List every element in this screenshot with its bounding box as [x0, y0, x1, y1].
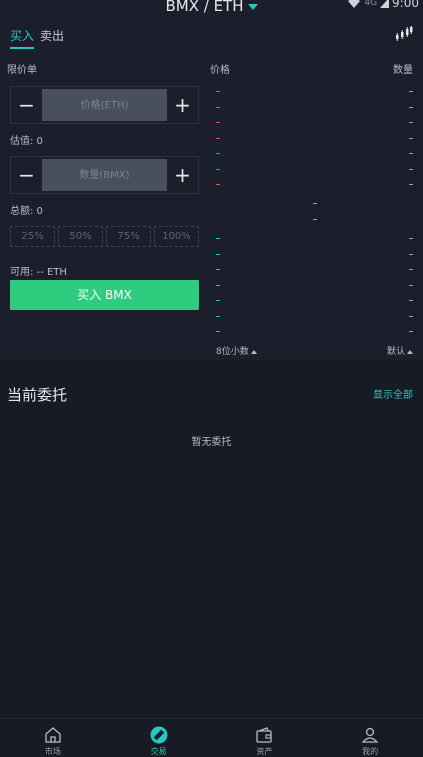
bid-amount-dash	[409, 315, 413, 317]
side-tabs: 买入 卖出	[10, 27, 64, 49]
nav-market[interactable]: 市场	[0, 719, 106, 757]
percent-100-button[interactable]: 100%	[154, 226, 199, 247]
price-input[interactable]	[42, 89, 167, 121]
ask-amount-dash	[409, 106, 413, 108]
total-label: 总额: 0	[10, 206, 43, 217]
home-icon	[45, 727, 61, 743]
wallet-icon	[256, 727, 273, 743]
nav-profile-label: 我的	[362, 747, 379, 756]
signal-icon	[380, 0, 390, 8]
bid-price-dash	[216, 284, 220, 286]
tab-sell[interactable]: 卖出	[40, 27, 64, 49]
amount-increase-button[interactable]: +	[167, 163, 198, 187]
ask-price-dash	[216, 137, 220, 139]
amount-input[interactable]	[42, 159, 167, 191]
ask-amount-dash	[409, 91, 413, 92]
sort-selector[interactable]: 默认	[387, 344, 413, 357]
orderbook-amount-header: 数量	[393, 65, 413, 76]
user-icon	[361, 727, 379, 743]
show-all-link[interactable]: 显示全部	[373, 386, 413, 401]
bid-price-dash	[216, 269, 220, 270]
estimate-label: 估值: 0	[10, 136, 43, 147]
pair-title: BMX / ETH	[165, 0, 244, 15]
decimals-label: 8位小数	[216, 347, 249, 357]
ask-price-dash	[216, 91, 220, 92]
bid-price-dash	[216, 331, 220, 332]
ask-amount-dash	[409, 168, 413, 170]
nav-assets-label: 资产	[256, 747, 273, 756]
price-increase-button[interactable]: +	[167, 93, 198, 117]
bid-amount-dash	[409, 253, 413, 255]
bid-amount-dash	[409, 269, 413, 270]
ask-price-dash	[216, 106, 220, 108]
available-balance: 可用: -- ETH	[10, 267, 67, 278]
percent-50-button[interactable]: 50%	[58, 226, 103, 247]
bid-amount-dash	[409, 238, 413, 239]
bid-price-dash	[216, 315, 220, 317]
clock: 9:00	[392, 0, 419, 10]
buy-button[interactable]: 买入 BMX	[10, 280, 199, 310]
bid-amount-dash	[409, 300, 413, 301]
nav-market-label: 市场	[44, 747, 61, 756]
ask-price-dash	[216, 184, 220, 185]
ask-amount-dash	[409, 153, 413, 154]
status-bar: 4G 9:00	[347, 0, 419, 10]
bid-price-dash	[216, 300, 220, 301]
amount-stepper: − +	[10, 156, 199, 194]
caret-down-icon	[247, 3, 258, 10]
ask-price-dash	[216, 122, 220, 123]
nav-trade[interactable]: 交易	[106, 719, 212, 757]
last-price-dash	[313, 203, 317, 204]
bid-price-dash	[216, 253, 220, 255]
orderbook-price-header: 价格	[210, 65, 230, 76]
amount-decrease-button[interactable]: −	[11, 163, 42, 187]
price-decrease-button[interactable]: −	[11, 93, 42, 117]
percent-75-button[interactable]: 75%	[106, 226, 151, 247]
tab-buy[interactable]: 买入	[10, 27, 35, 49]
caret-up-icon	[250, 349, 257, 354]
nav-trade-label: 交易	[150, 747, 167, 756]
percent-25-button[interactable]: 25%	[10, 226, 55, 247]
caret-up-icon	[407, 349, 413, 354]
percent-selector: 25% 50% 75% 100%	[10, 226, 199, 247]
bid-amount-dash	[409, 331, 413, 332]
nav-assets[interactable]: 资产	[212, 719, 318, 757]
network-label: 4G	[364, 0, 378, 8]
decimals-selector[interactable]: 8位小数	[216, 344, 257, 357]
price-stepper: − +	[10, 86, 199, 124]
ask-amount-dash	[409, 184, 413, 185]
current-orders-title: 当前委托	[7, 386, 68, 404]
bid-amount-dash	[409, 284, 413, 286]
trade-icon	[150, 726, 168, 744]
empty-orders-message: 暂无委托	[191, 437, 232, 448]
bid-price-dash	[216, 238, 220, 239]
ask-amount-dash	[409, 137, 413, 139]
last-price-ref-dash	[313, 219, 317, 220]
sort-label: 默认	[386, 347, 405, 357]
ask-price-dash	[216, 168, 220, 170]
ask-amount-dash	[409, 122, 413, 123]
nav-profile[interactable]: 我的	[317, 719, 423, 757]
ask-price-dash	[216, 153, 220, 154]
wifi-icon	[348, 0, 361, 8]
kline-chart-icon[interactable]	[395, 26, 413, 42]
bottom-nav: 市场 交易 资产 我的	[0, 718, 423, 757]
order-type-label[interactable]: 限价单	[7, 61, 37, 76]
